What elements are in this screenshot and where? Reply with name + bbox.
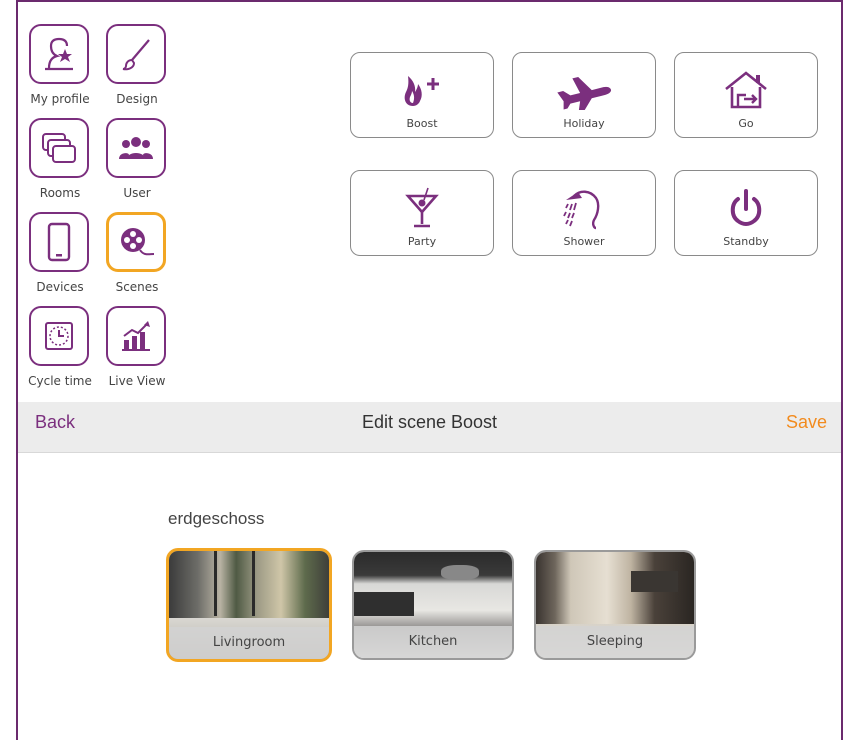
scene-label: Holiday xyxy=(563,117,605,130)
shower-icon xyxy=(513,185,655,231)
scene-label: Party xyxy=(407,235,437,248)
brush-icon xyxy=(106,24,166,84)
airplane-icon xyxy=(513,67,655,113)
scene-button-boost[interactable]: Boost xyxy=(350,52,494,138)
sidebar-item-live-view[interactable]: Live View xyxy=(97,306,177,398)
scene-label: Go xyxy=(738,117,754,130)
room-label: Kitchen xyxy=(354,626,512,658)
room-label: Sleeping xyxy=(536,626,694,658)
chart-icon xyxy=(106,306,166,366)
sidebar-item-label: Design xyxy=(116,92,158,106)
sidebar-item-label: User xyxy=(123,186,151,200)
power-icon xyxy=(675,185,817,231)
sidebar-item-label: Scenes xyxy=(115,280,159,294)
scene-button-shower[interactable]: Shower xyxy=(512,170,656,256)
room-card-sleeping[interactable]: Sleeping xyxy=(534,550,696,660)
room-card-kitchen[interactable]: Kitchen xyxy=(352,550,514,660)
rooms-icon xyxy=(29,118,89,178)
scene-label: Boost xyxy=(406,117,438,130)
scene-button-go[interactable]: Go xyxy=(674,52,818,138)
film-reel-icon xyxy=(106,212,166,272)
sidebar-item-cycle-time[interactable]: Cycle time xyxy=(20,306,100,398)
scene-button-party[interactable]: Party xyxy=(350,170,494,256)
sidebar-item-design[interactable]: Design xyxy=(97,24,177,116)
cocktail-icon xyxy=(351,185,493,231)
house-exit-icon xyxy=(675,67,817,113)
sidebar-item-label: Live View xyxy=(108,374,166,388)
sidebar-item-devices[interactable]: Devices xyxy=(20,212,100,304)
flame-plus-icon xyxy=(351,67,493,113)
page-title: Edit scene Boost xyxy=(361,412,498,432)
edit-toolbar: Back Edit scene Boost Save xyxy=(18,402,841,453)
sidebar-item-rooms[interactable]: Rooms xyxy=(20,118,100,210)
room-label: Livingroom xyxy=(169,627,329,659)
scene-label: Standby xyxy=(723,235,769,248)
save-button[interactable]: Save xyxy=(786,412,827,433)
profile-star-icon xyxy=(29,24,89,84)
floor-title: erdgeschoss xyxy=(168,509,265,528)
sidebar-item-user[interactable]: User xyxy=(97,118,177,210)
sidebar-item-my-profile[interactable]: My profile xyxy=(20,24,100,116)
sidebar-item-scenes[interactable]: Scenes xyxy=(97,212,177,304)
scene-button-holiday[interactable]: Holiday xyxy=(512,52,656,138)
room-card-livingroom[interactable]: Livingroom xyxy=(166,548,332,662)
scene-label: Shower xyxy=(563,235,605,248)
phone-icon xyxy=(29,212,89,272)
scene-button-standby[interactable]: Standby xyxy=(674,170,818,256)
users-icon xyxy=(106,118,166,178)
clock-icon xyxy=(29,306,89,366)
